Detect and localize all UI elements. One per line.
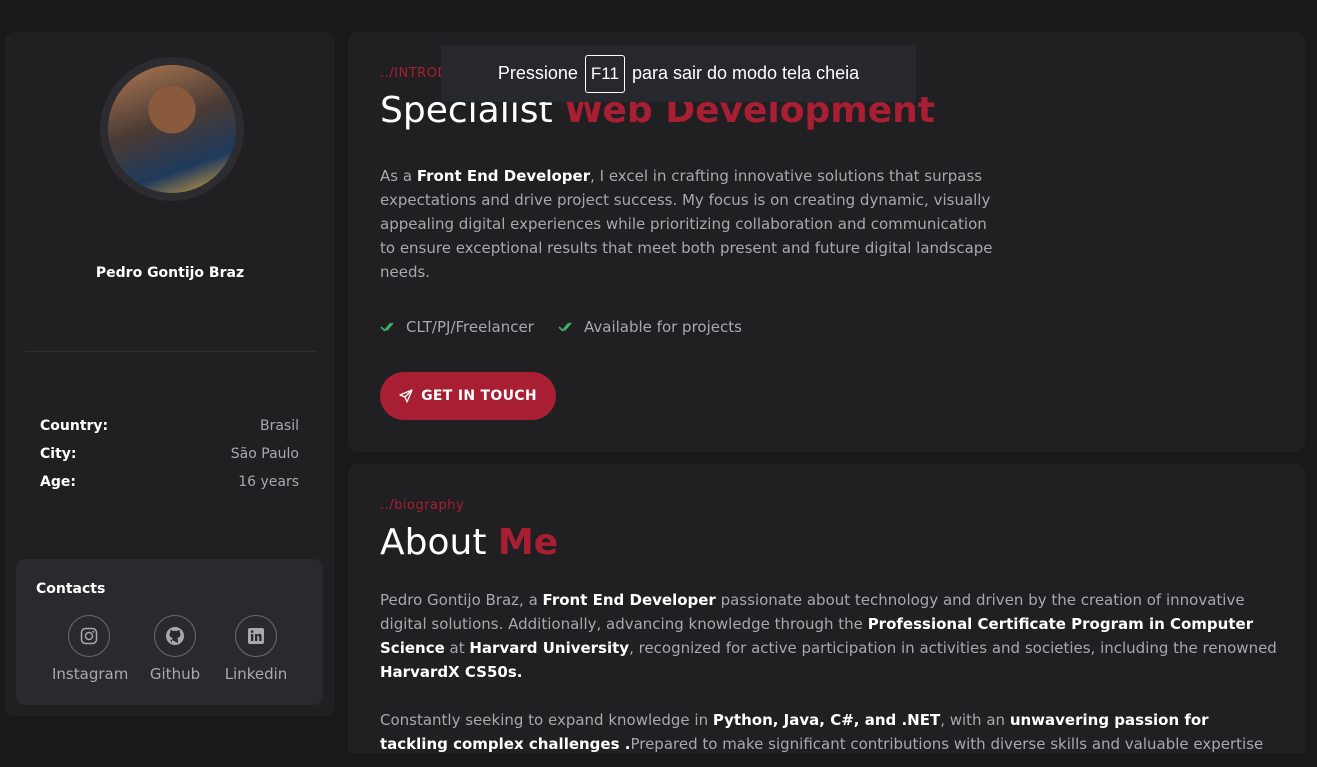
title-accent: Me (497, 522, 559, 563)
feature-item: Available for projects (558, 318, 742, 336)
text: As a (380, 167, 417, 185)
social-instagram[interactable]: Instagram (52, 615, 128, 683)
divider (25, 351, 316, 352)
text-strong: HarvardX CS50s. (380, 663, 523, 681)
check-icon (558, 322, 572, 332)
info-value: Brasil (259, 418, 299, 434)
profile-sidebar: Pedro Gontijo Braz Country: Brasil City:… (5, 32, 335, 716)
social-linkedin[interactable]: Linkedin (222, 615, 290, 683)
info-label: Country: (40, 418, 109, 434)
text: at (444, 639, 470, 657)
feature-item: CLT/PJ/Freelancer (380, 318, 534, 336)
info-label: Age: (40, 474, 76, 490)
about-card: ../biography About Me Pedro Gontijo Braz… (348, 464, 1305, 753)
social-label[interactable]: Linkedin (225, 665, 288, 683)
text: Constantly seeking to expand knowledge i… (380, 711, 713, 729)
contacts-panel: Contacts Instagram Github Linkedin (16, 559, 323, 705)
toast-text: Pressione (497, 63, 578, 83)
info-value: São Paulo (230, 446, 299, 462)
info-row-country: Country: Brasil (40, 418, 299, 434)
profile-name: Pedro Gontijo Braz (95, 265, 245, 281)
toast-key: F11 (584, 54, 625, 93)
avatar (100, 57, 244, 201)
intro-paragraph: As a Front End Developer, I excel in cra… (380, 164, 995, 284)
text-strong: Front End Developer (542, 591, 716, 609)
contacts-title: Contacts (36, 581, 106, 597)
info-label: City: (40, 446, 77, 462)
breadcrumb: ../biography (380, 498, 465, 513)
button-label[interactable]: GET IN TOUCH (421, 388, 537, 404)
section-title: About Me (380, 522, 558, 563)
github-icon[interactable] (154, 615, 196, 657)
linkedin-icon[interactable] (235, 615, 277, 657)
feature-label: Available for projects (584, 318, 742, 336)
title-plain: About (380, 522, 487, 563)
toast-text: para sair do modo tela cheia (631, 63, 860, 83)
fullscreen-toast: Pressione F11 para sair do modo tela che… (441, 45, 916, 102)
social-label[interactable]: Github (150, 665, 200, 683)
social-label[interactable]: Instagram (52, 665, 128, 683)
instagram-icon[interactable] (68, 615, 110, 657)
about-paragraph-1: Pedro Gontijo Braz, a Front End Develope… (380, 588, 1280, 684)
text-strong: Harvard University (469, 639, 630, 657)
social-github[interactable]: Github (146, 615, 204, 683)
info-row-city: City: São Paulo (40, 446, 299, 462)
avatar-photo (108, 65, 236, 193)
get-in-touch-button[interactable]: GET IN TOUCH (380, 372, 556, 420)
text-strong: Front End Developer (416, 167, 591, 185)
about-paragraph-2: Constantly seeking to expand knowledge i… (380, 708, 1280, 753)
feature-label: CLT/PJ/Freelancer (406, 318, 534, 336)
text: , recognized for active participation in… (629, 639, 1277, 657)
send-icon (399, 389, 413, 403)
info-row-age: Age: 16 years (40, 474, 299, 490)
text-strong: Python, Java, C#, and .NET (712, 711, 941, 729)
text: Pedro Gontijo Braz, a (380, 591, 543, 609)
text: , with an (940, 711, 1010, 729)
info-value: 16 years (238, 474, 299, 490)
check-icon (380, 322, 394, 332)
